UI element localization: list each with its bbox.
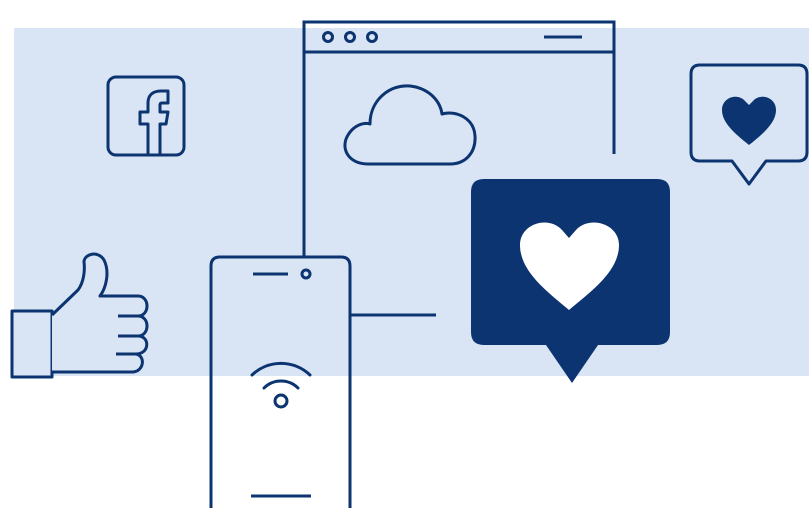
social-media-illustration: [0, 0, 809, 508]
illustration-canvas: [10, 20, 809, 508]
